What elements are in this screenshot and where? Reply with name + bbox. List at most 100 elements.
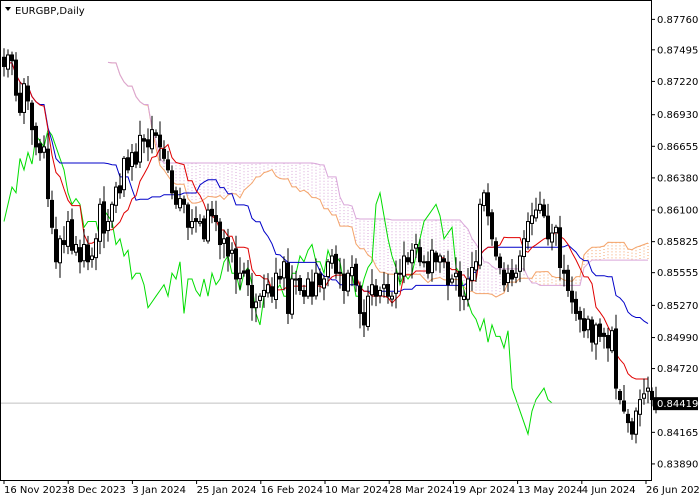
candle-body (266, 284, 270, 294)
candle-body (350, 266, 354, 277)
candle-body (526, 221, 530, 242)
candle-body (562, 269, 566, 274)
candle-body (214, 215, 218, 223)
candle-body (306, 278, 310, 297)
candle-body (386, 284, 390, 297)
candle-body (78, 247, 82, 263)
y-tick-label: 0.86655 (657, 142, 698, 153)
candle-body (354, 263, 358, 286)
candle-body (514, 272, 518, 278)
candle-body (46, 148, 50, 200)
candle-body (446, 261, 450, 286)
y-tick-label: 0.85555 (657, 268, 698, 279)
candle-body (150, 129, 154, 150)
x-tick-label: 4 Jun 2024 (582, 485, 636, 496)
candle-body (250, 284, 254, 309)
candle-body (578, 310, 582, 320)
candle-body (10, 54, 14, 62)
candle-body (602, 332, 606, 337)
candle-body (366, 295, 370, 327)
candle-body (438, 255, 442, 263)
candle-body (14, 59, 18, 96)
candle-body (18, 92, 22, 113)
candle-body (594, 324, 598, 345)
candle-body (238, 272, 242, 280)
candle-body (558, 227, 562, 268)
candle-body (482, 192, 486, 207)
candle-body (382, 284, 386, 289)
symbol-label: EURGBP,Daily (15, 6, 85, 17)
candle-body (234, 248, 238, 280)
candle-body (490, 212, 494, 240)
chart-area[interactable]: 0.87760 0.87495 0.87220 0.86930 0.86655 0.863… (0, 0, 700, 500)
candle-body (362, 312, 366, 326)
candle-body (374, 285, 378, 297)
candle-body (582, 318, 586, 332)
candle-body (146, 139, 150, 148)
candle-body (246, 269, 250, 286)
candle-body (458, 271, 462, 297)
candle-body (186, 204, 190, 228)
candle-body (154, 132, 158, 136)
current-price-tag: 0.84419 (653, 397, 698, 411)
candle-body (86, 244, 90, 263)
candle-body (394, 272, 398, 294)
candle-body (534, 209, 538, 219)
y-tick-label: 0.87760 (657, 15, 698, 26)
y-tick-label: 0.86380 (657, 173, 698, 184)
candle-body (222, 238, 226, 244)
candle-body (474, 261, 478, 271)
candle-body (358, 285, 362, 314)
candle-body (486, 192, 490, 217)
candle-body (442, 258, 446, 263)
x-tick-label: 26 Jun 2024 (646, 485, 700, 496)
candle-body (378, 289, 382, 297)
candle-body (254, 301, 258, 309)
candle-body (518, 255, 522, 272)
symbol-header[interactable]: EURGBP,Daily (5, 6, 85, 17)
y-tick-label: 0.85825 (657, 237, 698, 248)
candle-body (2, 56, 6, 67)
candle-body (606, 334, 610, 349)
candle-body (58, 238, 62, 264)
candle-body (22, 83, 26, 113)
candle-body (278, 275, 282, 280)
candle-body (166, 159, 170, 171)
candle-body (142, 138, 146, 142)
candle-body (302, 290, 306, 297)
candle-body (102, 201, 106, 234)
candle-body (546, 215, 550, 240)
candle-body (174, 190, 178, 205)
candle-body (206, 209, 210, 242)
candle-body (310, 281, 314, 297)
ichimoku-chart[interactable]: 0.87760 0.87495 0.87220 0.86930 0.86655 0.863… (0, 0, 700, 500)
candle-body (94, 238, 98, 259)
candle-body (162, 148, 166, 159)
candle-body (542, 204, 546, 217)
y-tick-label: 0.83890 (657, 459, 698, 470)
candle-body (478, 203, 482, 266)
candle-body (158, 134, 162, 148)
candle-body (430, 249, 434, 274)
candle-body (638, 399, 642, 415)
y-tick-label: 0.86930 (657, 110, 698, 121)
candle-body (538, 203, 542, 211)
candle-body (106, 221, 110, 232)
candle-body (226, 237, 230, 257)
candle-body (170, 170, 174, 194)
x-tick-label: 25 Jan 2024 (197, 485, 257, 496)
candle-body (418, 247, 422, 263)
candle-body (414, 244, 418, 249)
candle-body (66, 221, 70, 247)
x-tick-label: 16 Feb 2024 (261, 485, 323, 496)
candle-body (230, 249, 234, 254)
candle-body (422, 261, 426, 264)
candle-body (274, 272, 278, 301)
candle-body (126, 157, 130, 171)
candle-body (634, 410, 638, 435)
candle-body (370, 284, 374, 296)
candle-body (590, 319, 594, 343)
candle-body (182, 198, 186, 205)
candle-body (74, 244, 78, 253)
candle-body (98, 203, 102, 242)
